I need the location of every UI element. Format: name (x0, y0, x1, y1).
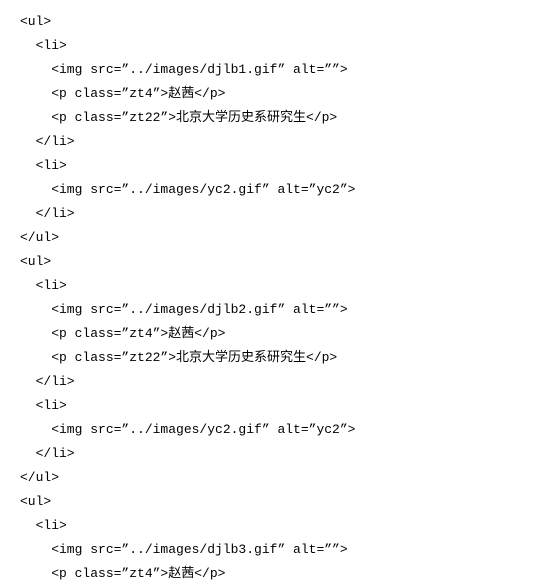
code-line: <li> (20, 394, 543, 418)
code-line: <img src=”../images/yc2.gif” alt=”yc2”> (20, 178, 543, 202)
code-line: </ul> (20, 226, 543, 250)
code-line: <p class=”zt22”>北京大学历史系研究生</p> (20, 106, 543, 130)
code-line: <img src=”../images/djlb2.gif” alt=””> (20, 298, 543, 322)
code-line: <p class=”zt4”>赵茜</p> (20, 322, 543, 346)
code-line: <img src=”../images/djlb1.gif” alt=””> (20, 58, 543, 82)
code-line: <li> (20, 274, 543, 298)
code-line: <ul> (20, 490, 543, 514)
code-line: <p class=”zt4”>赵茜</p> (20, 82, 543, 106)
code-line: <ul> (20, 250, 543, 274)
code-line: <p class=”zt22”>北京大学历史系研究生</p> (20, 346, 543, 370)
code-line: </li> (20, 442, 543, 466)
code-line: <ul> (20, 10, 543, 34)
code-line: <p class=”zt4”>赵茜</p> (20, 562, 543, 586)
code-line: </li> (20, 202, 543, 226)
code-line: <img src=”../images/yc2.gif” alt=”yc2”> (20, 418, 543, 442)
code-line: </li> (20, 130, 543, 154)
code-line: <img src=”../images/djlb3.gif” alt=””> (20, 538, 543, 562)
code-line: <li> (20, 514, 543, 538)
code-line: <li> (20, 34, 543, 58)
code-line: </li> (20, 370, 543, 394)
code-line: <li> (20, 154, 543, 178)
code-line: </ul> (20, 466, 543, 490)
code-block: <ul> <li> <img src=”../images/djlb1.gif”… (0, 0, 543, 586)
